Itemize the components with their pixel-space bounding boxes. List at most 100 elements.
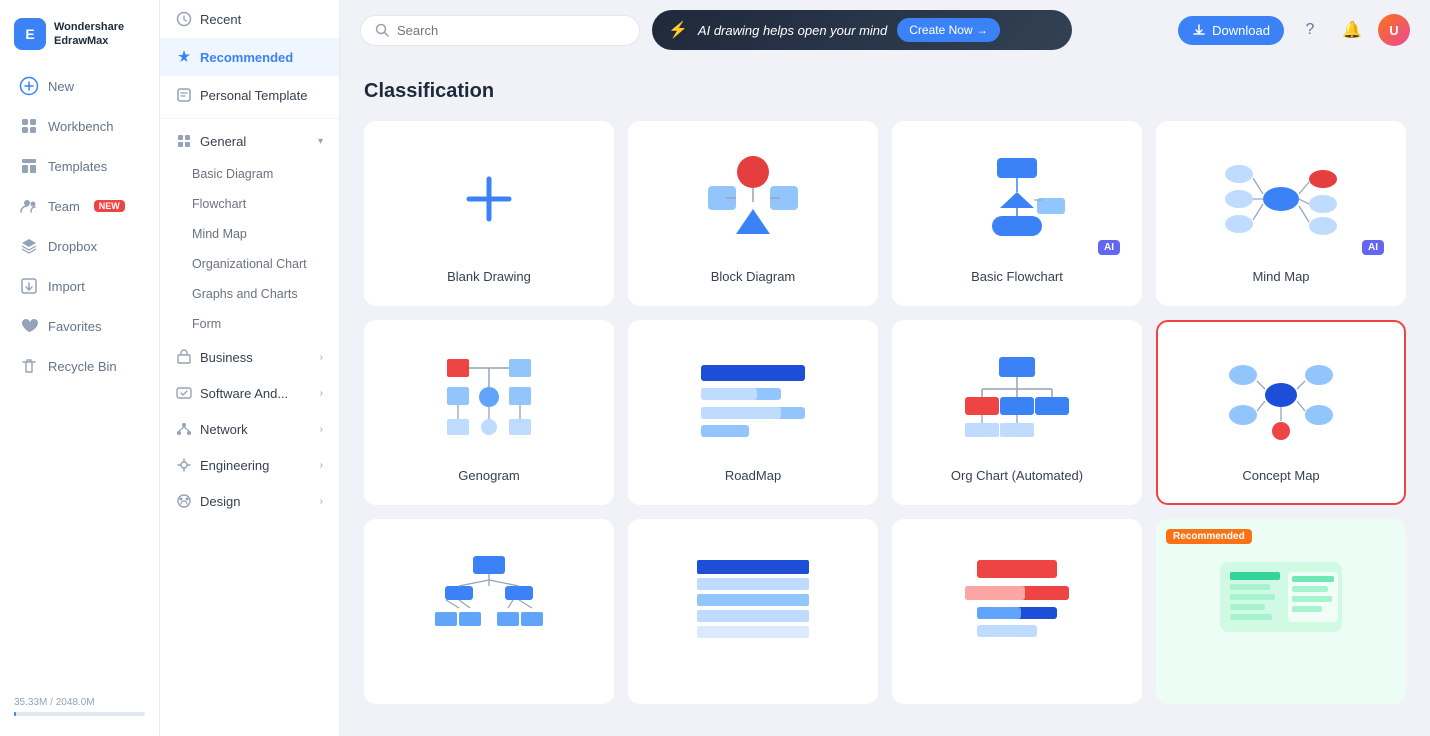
- card-blank-label: Blank Drawing: [447, 269, 531, 284]
- conceptmap-icon: [1221, 353, 1341, 443]
- logo-icon: E: [14, 18, 46, 50]
- orgchart-icon: [957, 353, 1077, 443]
- mindmap-icon: [1221, 154, 1341, 244]
- card-block-label: Block Diagram: [711, 269, 796, 284]
- download-label: Download: [1212, 23, 1270, 38]
- card-concept-map[interactable]: Concept Map: [1156, 320, 1406, 505]
- sidebar-item-recycle-bin[interactable]: Recycle Bin: [6, 347, 153, 385]
- group-software[interactable]: Software And... ›: [160, 375, 339, 411]
- card-basic-flowchart[interactable]: AI Basic Flowchart: [892, 121, 1142, 306]
- sub-basic-diagram[interactable]: Basic Diagram: [160, 159, 339, 189]
- sidebar-item-new[interactable]: New: [6, 67, 153, 105]
- search-input[interactable]: [397, 23, 625, 38]
- recommended-icon: [176, 49, 192, 65]
- sub-graphs-charts[interactable]: Graphs and Charts: [160, 279, 339, 309]
- sidebar-item-templates[interactable]: Templates: [6, 147, 153, 185]
- user-avatar[interactable]: U: [1378, 14, 1410, 46]
- personal-template-icon: [176, 87, 192, 103]
- group-network[interactable]: Network ›: [160, 411, 339, 447]
- ai-banner-text: AI drawing helps open your mind: [698, 23, 887, 38]
- card-roadmap[interactable]: RoadMap: [628, 320, 878, 505]
- sidebar-team-label: Team: [48, 199, 80, 214]
- sub-form[interactable]: Form: [160, 309, 339, 339]
- sidebar-item-workbench[interactable]: Workbench: [6, 107, 153, 145]
- notifications-button[interactable]: 🔔: [1336, 14, 1368, 46]
- storage-track: [14, 712, 145, 716]
- sidebar-new-label: New: [48, 79, 74, 94]
- card-genogram-label: Genogram: [458, 468, 519, 483]
- search-icon: [375, 23, 389, 37]
- topbar-right: Download ? 🔔 U: [1178, 14, 1410, 46]
- card-mind-map[interactable]: AI Mind Map: [1156, 121, 1406, 306]
- card-roadmap-label: RoadMap: [725, 468, 781, 483]
- card-visual-roadmap: [646, 338, 860, 458]
- card-timeline[interactable]: [892, 519, 1142, 704]
- help-button[interactable]: ?: [1294, 14, 1326, 46]
- group-design-label: Design: [200, 494, 240, 509]
- chevron-right-icon: ›: [320, 352, 323, 363]
- card-table[interactable]: [628, 519, 878, 704]
- card-org-chart[interactable]: Org Chart (Automated): [892, 320, 1142, 505]
- card-block-diagram[interactable]: Block Diagram: [628, 121, 878, 306]
- sidebar-item-team[interactable]: Team NEW: [6, 187, 153, 225]
- blank-drawing-icon: [449, 159, 529, 239]
- panel-recent[interactable]: Recent: [160, 0, 339, 38]
- sidebar-favorites-label: Favorites: [48, 319, 101, 334]
- card-visual-genogram: [382, 338, 596, 458]
- trash-icon: [20, 357, 38, 375]
- card-featured[interactable]: Recommended: [1156, 519, 1406, 704]
- box-icon: [20, 237, 38, 255]
- app-name: WondershareEdrawMax: [54, 20, 124, 49]
- ai-banner[interactable]: ⚡ AI drawing helps open your mind Create…: [652, 10, 1072, 50]
- group-design[interactable]: Design ›: [160, 483, 339, 519]
- download-button[interactable]: Download: [1178, 16, 1284, 45]
- card-visual-timeline: [910, 537, 1124, 657]
- group-engineering[interactable]: Engineering ›: [160, 447, 339, 483]
- recent-icon: [176, 11, 192, 27]
- app-logo: E WondershareEdrawMax: [0, 12, 159, 66]
- sidebar-import-label: Import: [48, 279, 85, 294]
- storage-info: 35.33M / 2048.0M: [14, 697, 145, 716]
- grid-icon: [20, 117, 38, 135]
- chevron-down-icon: ▾: [318, 136, 323, 147]
- page-title: Classification: [364, 80, 1406, 103]
- panel-recommended-label: Recommended: [200, 50, 293, 65]
- import-icon: [20, 277, 38, 295]
- card-visual-featured: [1174, 537, 1388, 657]
- card-tree[interactable]: [364, 519, 614, 704]
- sidebar-item-dropbox[interactable]: Dropbox: [6, 227, 153, 265]
- sub-mind-map[interactable]: Mind Map: [160, 219, 339, 249]
- card-visual-block: [646, 139, 860, 259]
- panel-personal-template[interactable]: Personal Template: [160, 76, 339, 114]
- sub-org-chart[interactable]: Organizational Chart: [160, 249, 339, 279]
- main-area: ⚡ AI drawing helps open your mind Create…: [340, 0, 1430, 736]
- panel-recommended[interactable]: Recommended: [160, 38, 339, 76]
- storage-fill: [14, 712, 16, 716]
- software-icon: [176, 385, 192, 401]
- card-blank-drawing[interactable]: Blank Drawing: [364, 121, 614, 306]
- tree-icon: [429, 552, 549, 642]
- group-business[interactable]: Business ›: [160, 339, 339, 375]
- chevron-right-icon-2: ›: [320, 388, 323, 399]
- sidebar-item-favorites[interactable]: Favorites: [6, 307, 153, 345]
- group-general[interactable]: General ▾: [160, 123, 339, 159]
- card-genogram[interactable]: Genogram: [364, 320, 614, 505]
- create-now-button[interactable]: Create Now →: [897, 18, 1000, 42]
- cards-grid: Blank Drawing Block Diagram: [364, 121, 1406, 704]
- panel-personal-label: Personal Template: [200, 88, 307, 103]
- card-visual-blank: [382, 139, 596, 259]
- ai-badge-flowchart: AI: [1098, 240, 1120, 255]
- plus-icon: [20, 77, 38, 95]
- group-general-label: General: [200, 134, 246, 149]
- group-engineering-label: Engineering: [200, 458, 269, 473]
- card-visual-tree: [382, 537, 596, 657]
- card-mindmap-label: Mind Map: [1252, 269, 1309, 284]
- group-software-label: Software And...: [200, 386, 288, 401]
- sidebar-item-import[interactable]: Import: [6, 267, 153, 305]
- card-visual-orgchart: [910, 338, 1124, 458]
- nav-panel: Recent Recommended Personal Template Gen…: [160, 0, 340, 736]
- engineering-icon: [176, 457, 192, 473]
- sub-flowchart[interactable]: Flowchart: [160, 189, 339, 219]
- search-bar[interactable]: [360, 15, 640, 46]
- content-area: Classification Blank Drawing: [340, 60, 1430, 736]
